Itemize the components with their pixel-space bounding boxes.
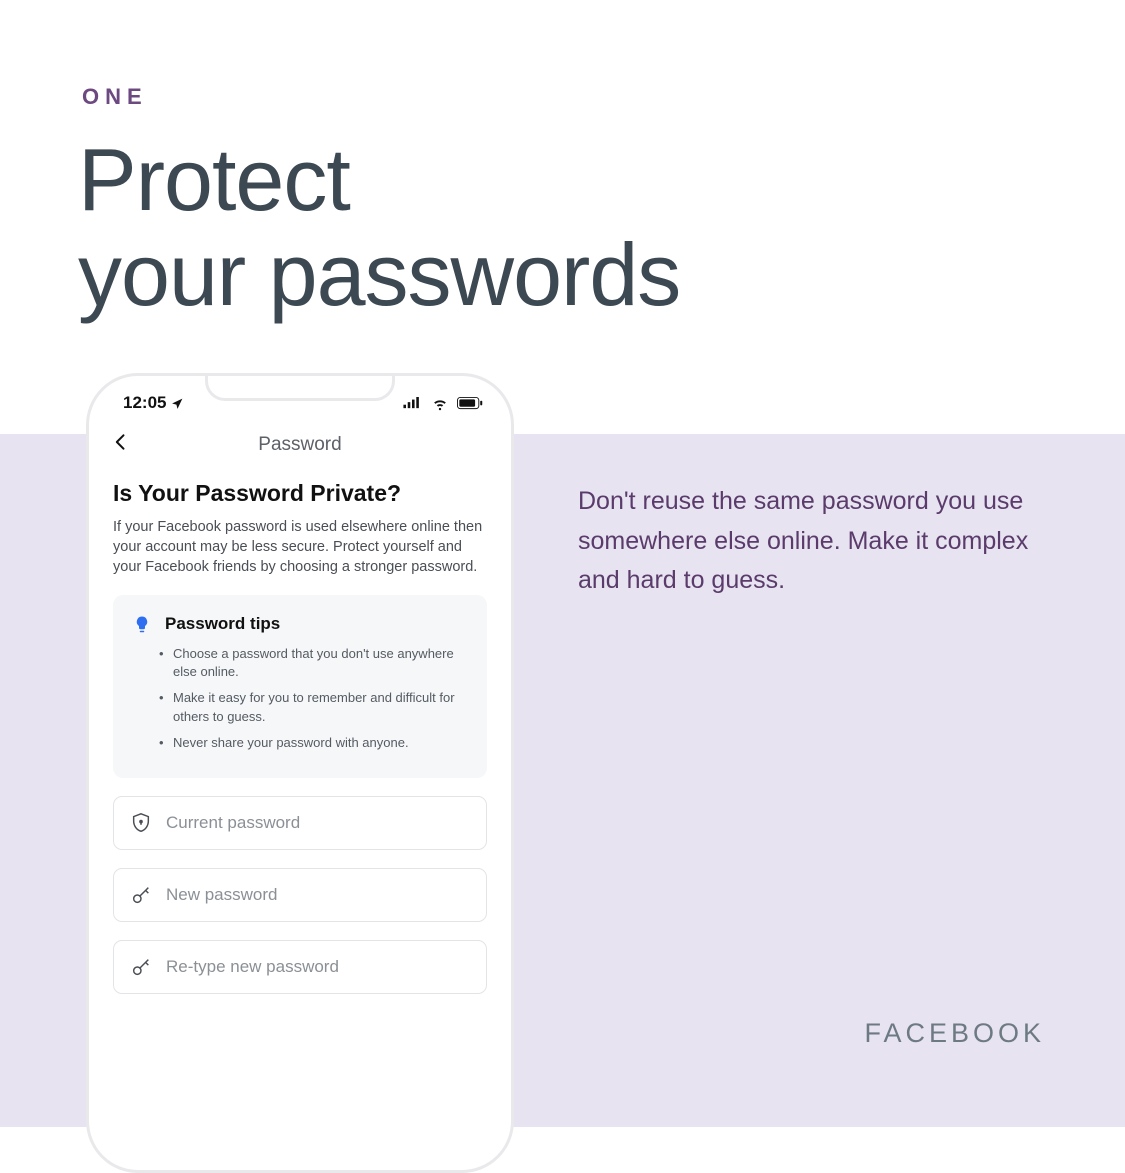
screen-heading: Is Your Password Private? [113,480,487,507]
retype-password-input[interactable] [166,957,470,977]
current-password-row[interactable] [113,796,487,850]
tip-item: Make it easy for you to remember and dif… [161,689,469,725]
nav-bar: Password [89,422,511,474]
new-password-row[interactable] [113,868,487,922]
screen-description: If your Facebook password is used elsewh… [113,517,487,577]
brand-wordmark: FACEBOOK [864,1018,1045,1049]
headline-line-1: Protect [78,130,350,229]
tips-list: Choose a password that you don't use any… [131,645,469,752]
key-icon [130,884,152,906]
status-time: 12:05 [123,393,166,413]
nav-title: Password [109,434,491,456]
chevron-left-icon [111,432,131,452]
back-button[interactable] [111,431,131,459]
cellular-signal-icon [401,392,423,414]
page-headline: Protect your passwords [78,132,680,322]
key-icon [130,956,152,978]
tip-item: Never share your password with anyone. [161,734,469,752]
phone-frame: 12:05 Password Is Your Password Private?… [86,373,514,1173]
eyebrow-label: ONE [82,84,148,110]
password-tips-card: Password tips Choose a password that you… [113,595,487,778]
retype-password-row[interactable] [113,940,487,994]
wifi-icon [429,392,451,414]
headline-line-2: your passwords [78,225,680,324]
phone-notch [205,373,395,401]
location-arrow-icon [170,396,184,410]
lightbulb-icon [131,613,153,635]
shield-lock-icon [130,812,152,834]
tip-item: Choose a password that you don't use any… [161,645,469,681]
side-copy: Don't reuse the same password you use so… [578,482,1038,601]
tips-title: Password tips [165,614,280,634]
battery-icon [457,392,483,414]
current-password-input[interactable] [166,813,470,833]
new-password-input[interactable] [166,885,470,905]
